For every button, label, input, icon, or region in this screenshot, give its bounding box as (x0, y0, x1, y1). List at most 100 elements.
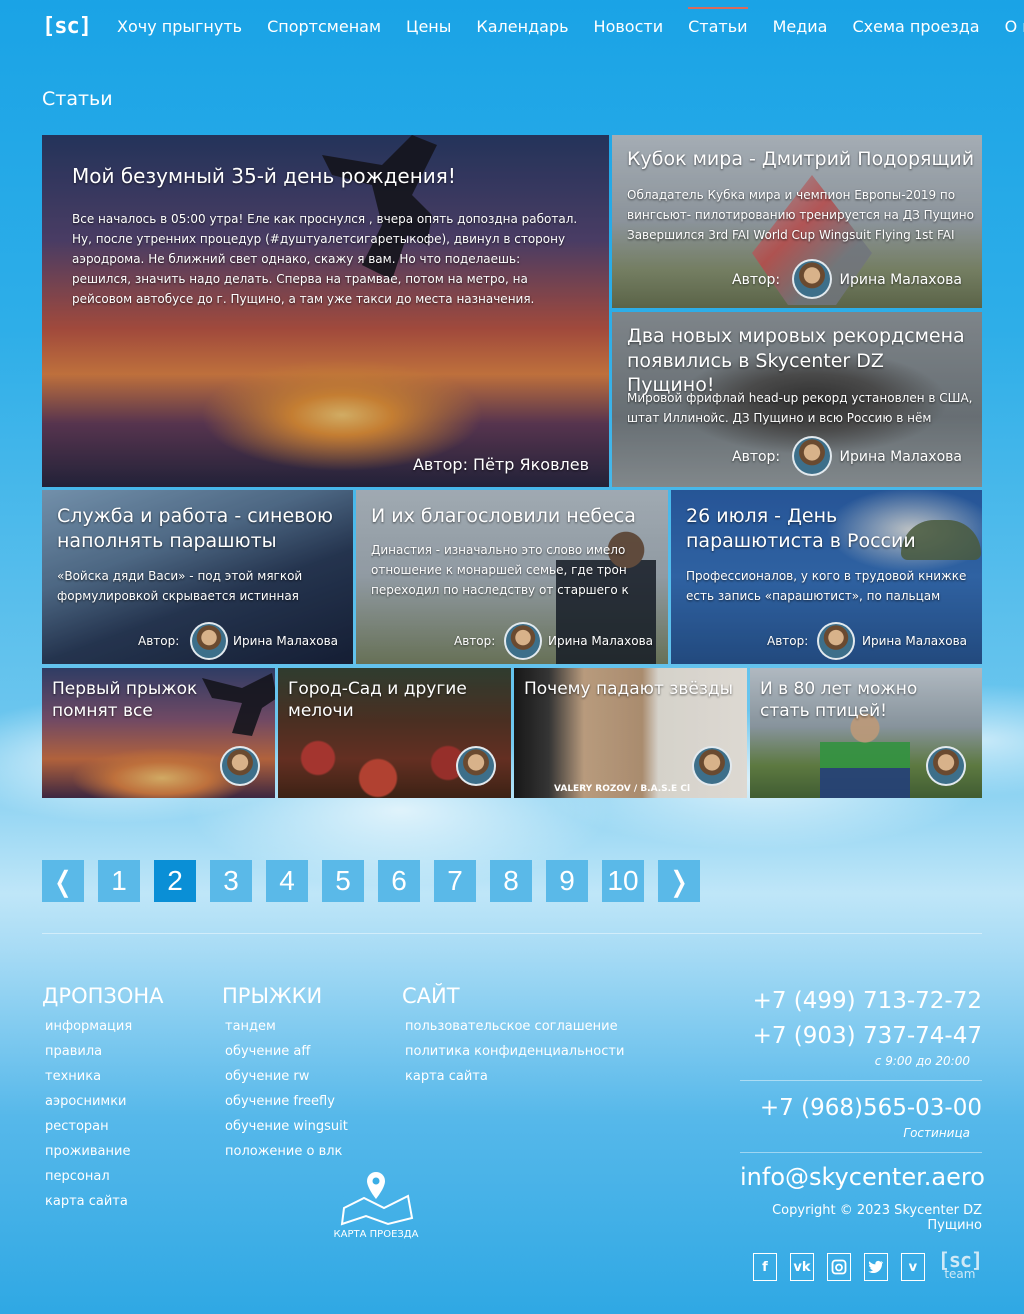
article-card[interactable]: Город-Сад и другие мелочи (278, 668, 511, 798)
author-label: Автор: (138, 634, 180, 648)
page-button[interactable]: 6 (378, 860, 420, 902)
nav-item-media[interactable]: Медиа (773, 17, 828, 36)
article-title[interactable]: Служба и работа - синевою наполнять пара… (57, 504, 347, 553)
article-title[interactable]: Первый прыжок помнят все (52, 678, 262, 722)
footer-link[interactable]: карта сайта (45, 1189, 164, 1214)
prev-page-button[interactable]: ❬ (42, 860, 84, 902)
author-avatar (504, 622, 542, 660)
article-title[interactable]: Два новых мировых рекордсмена появились … (627, 324, 977, 398)
page-button[interactable]: 7 (434, 860, 476, 902)
current-page-button[interactable]: 2 (154, 860, 196, 902)
footer-link[interactable]: пользовательское соглашение (405, 1014, 624, 1039)
directions-map-link[interactable]: КАРТА ПРОЕЗДА (330, 1168, 422, 1240)
article-card[interactable]: И в 80 лет можно стать птицей! (750, 668, 982, 798)
vk-icon[interactable]: vk (789, 1253, 814, 1281)
author-label: Автор: (732, 272, 781, 288)
nav-item-calendar[interactable]: Календарь (476, 17, 568, 36)
contacts-block: +7 (499) 713-72-72 +7 (903) 737-74-47 с … (740, 984, 985, 1281)
author-avatar (692, 746, 732, 786)
article-card[interactable]: 26 июля - День парашютиста в России Проф… (671, 490, 982, 664)
article-card[interactable]: Мой безумный 35-й день рождения! Все нач… (42, 135, 609, 487)
footer-heading: САЙТ (402, 984, 460, 1008)
phone-mobile[interactable]: +7 (903) 737-74-47 (740, 1019, 982, 1054)
article-title[interactable]: Город-Сад и другие мелочи (288, 678, 498, 722)
contacts-divider (740, 1152, 982, 1153)
article-author: Автор: Пётр Яковлев (412, 455, 589, 474)
article-card[interactable]: Почему падают звёзды VALERY ROZOV / B.A.… (514, 668, 747, 798)
article-card[interactable]: Служба и работа - синевою наполнять пара… (42, 490, 353, 664)
map-label: КАРТА ПРОЕЗДА (333, 1229, 419, 1240)
nav-item-directions[interactable]: Схема проезда (852, 17, 979, 36)
article-author: Ирина Малахова (839, 449, 962, 465)
footer-link[interactable]: проживание (45, 1139, 164, 1164)
page-button[interactable]: 5 (322, 860, 364, 902)
footer-link[interactable]: персонал (45, 1164, 164, 1189)
article-author: Ирина Малахова (547, 634, 653, 648)
footer-column-dropzone: ДРОПЗОНА информация правила техника аэро… (42, 984, 164, 1214)
phone-hotel[interactable]: +7 (968)565-03-00 (740, 1091, 982, 1126)
article-title[interactable]: 26 июля - День парашютиста в России (686, 504, 976, 553)
article-title[interactable]: И их благословили небеса (371, 504, 661, 529)
footer-link[interactable]: обучение rw (225, 1064, 348, 1089)
article-excerpt: «Войска дяди Васи» - под этой мягкой фор… (57, 569, 303, 603)
author-label: Автор: (454, 634, 496, 648)
page-button[interactable]: 9 (546, 860, 588, 902)
page-button[interactable]: 1 (98, 860, 140, 902)
sc-team-logo[interactable]: [sc] team (938, 1250, 983, 1281)
map-pin-icon (340, 1172, 414, 1226)
footer-link[interactable]: правила (45, 1039, 164, 1064)
author-avatar (926, 746, 966, 786)
footer-link[interactable]: ресторан (45, 1114, 164, 1139)
nav-item-jump[interactable]: Хочу прыгнуть (117, 17, 242, 36)
instagram-icon[interactable] (826, 1253, 851, 1281)
vimeo-icon[interactable]: v (900, 1253, 925, 1281)
article-card[interactable]: Два новых мировых рекордсмена появились … (612, 312, 982, 487)
twitter-icon[interactable] (863, 1253, 888, 1281)
article-excerpt: Профессионалов, у кого в трудовой книжке… (686, 569, 967, 603)
footer-link[interactable]: тандем (225, 1014, 348, 1039)
article-title[interactable]: Кубок мира - Дмитрий Подорящий (627, 147, 977, 172)
footer-link[interactable]: обучение freefly (225, 1089, 348, 1114)
author-avatar (792, 436, 832, 476)
contacts-divider (740, 1080, 982, 1081)
author-avatar (220, 746, 260, 786)
page-title: Статьи (42, 88, 113, 110)
top-navigation: [sc] Хочу прыгнуть Спортсменам Цены Кале… (0, 0, 1024, 52)
footer-link[interactable]: аэроснимки (45, 1089, 164, 1114)
footer-link[interactable]: техника (45, 1064, 164, 1089)
phone-main[interactable]: +7 (499) 713-72-72 (740, 984, 982, 1019)
facebook-icon[interactable]: f (752, 1253, 777, 1281)
article-card[interactable]: И их благословили небеса Династия - изна… (356, 490, 668, 664)
article-title[interactable]: Почему падают звёзды (524, 678, 744, 700)
article-excerpt: Династия - изначально это слово имело от… (371, 543, 629, 597)
footer-link[interactable]: информация (45, 1014, 164, 1039)
nav-item-sportsmen[interactable]: Спортсменам (267, 17, 381, 36)
next-page-button[interactable]: ❭ (658, 860, 700, 902)
footer-link[interactable]: политика конфиденциальности (405, 1039, 624, 1064)
footer-link[interactable]: обучение aff (225, 1039, 348, 1064)
footer-link[interactable]: положение о влк (225, 1139, 348, 1164)
nav-item-prices[interactable]: Цены (406, 17, 451, 36)
article-excerpt: Все началось в 05:00 утра! Еле как просн… (72, 212, 578, 306)
page-button[interactable]: 10 (602, 860, 644, 902)
nav-item-articles[interactable]: Статьи (688, 6, 749, 36)
page-button[interactable]: 4 (266, 860, 308, 902)
article-card[interactable]: Первый прыжок помнят все (42, 668, 275, 798)
site-logo[interactable]: [sc] (42, 14, 92, 39)
footer-link[interactable]: обучение wingsuit (225, 1114, 348, 1139)
article-card[interactable]: Кубок мира - Дмитрий Подорящий Обладател… (612, 135, 982, 308)
article-title[interactable]: Мой безумный 35-й день рождения! (72, 163, 456, 189)
copyright: Copyright © 2023 Skycenter DZ Пущино (772, 1203, 982, 1233)
page-button[interactable]: 3 (210, 860, 252, 902)
author-avatar (190, 622, 228, 660)
article-title[interactable]: И в 80 лет можно стать птицей! (760, 678, 970, 722)
article-author: Ирина Малахова (839, 272, 962, 288)
nav-item-about[interactable]: О нас (1005, 17, 1024, 36)
nav-item-news[interactable]: Новости (594, 17, 664, 36)
footer-link[interactable]: карта сайта (405, 1064, 624, 1089)
author-avatar (456, 746, 496, 786)
pagination: ❬ 1 2 3 4 5 6 7 8 9 10 ❭ (42, 860, 714, 902)
page-button[interactable]: 8 (490, 860, 532, 902)
article-author: Ирина Малахова (861, 634, 967, 648)
email-link[interactable]: info@skycenter.aero (740, 1163, 985, 1191)
